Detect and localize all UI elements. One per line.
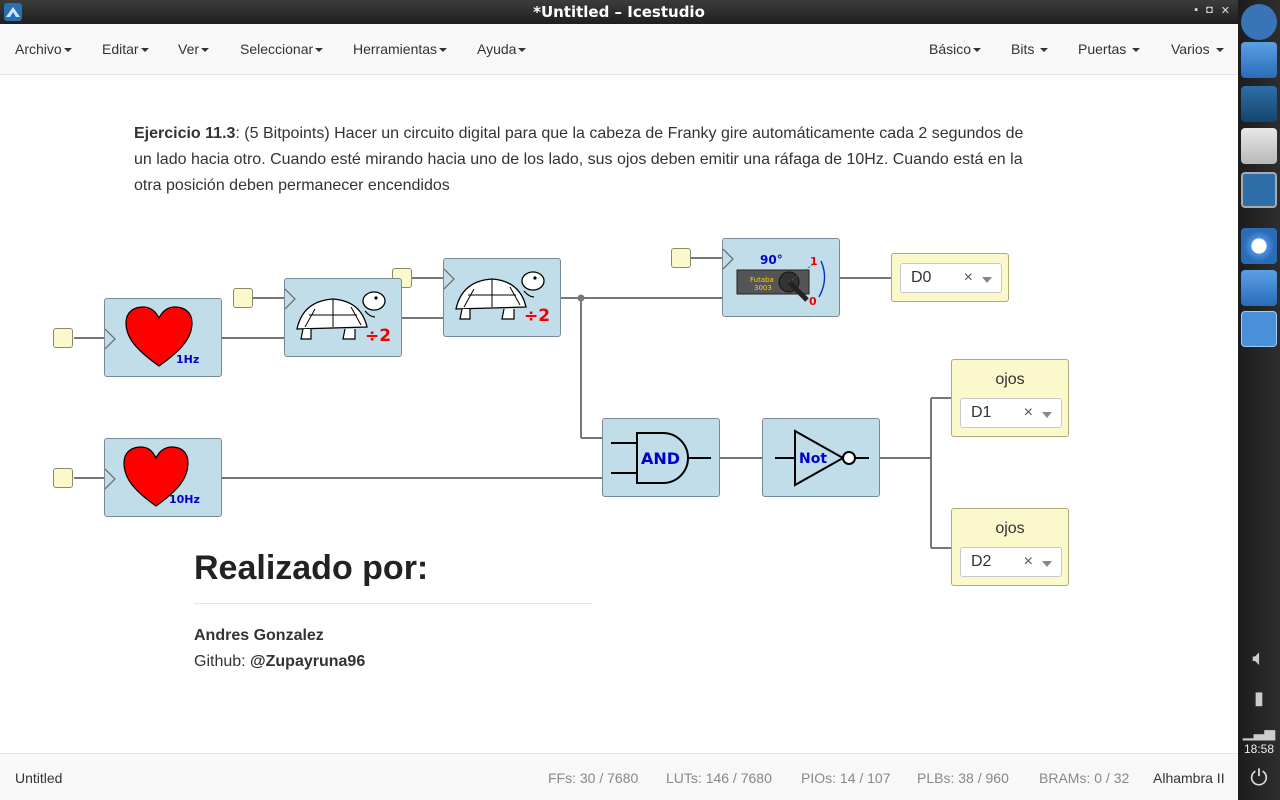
and-label: AND — [641, 449, 680, 468]
world-map-icon[interactable] — [1241, 86, 1277, 122]
credits-heading: Realizado por: — [194, 549, 429, 587]
clk-input-port-2[interactable] — [53, 468, 73, 488]
servo-block[interactable]: 90° Futaba 3003 1 0 — [722, 238, 840, 317]
output-d1-name: ojos — [995, 371, 1025, 388]
output-d2-name: ojos — [995, 520, 1025, 537]
chromium-icon[interactable] — [1241, 228, 1277, 264]
github-handle: @Zupayruna96 — [250, 653, 366, 670]
output-d0-block[interactable]: D0 × — [891, 253, 1009, 302]
clear-icon[interactable]: × — [964, 269, 973, 287]
not-label: Not — [799, 451, 827, 467]
close-icon[interactable]: ✕ — [1221, 4, 1230, 17]
and-gate-icon: AND — [611, 432, 711, 484]
servo-model: 3003 — [754, 284, 772, 292]
status-plbs: PLBs: 38 / 960 — [917, 770, 1009, 786]
pin-select-d1[interactable]: D1 × — [960, 398, 1062, 428]
not-gate-block[interactable]: Not — [762, 418, 880, 497]
menu-puertas[interactable]: Puertas — [1078, 41, 1141, 57]
menu-basico[interactable]: Básico — [929, 41, 982, 57]
menu-ver[interactable]: Ver — [178, 41, 210, 57]
pin-select-d0[interactable]: D0 × — [900, 263, 1002, 293]
divider-2-label: ÷2 — [524, 306, 550, 326]
cube-app-icon[interactable] — [1241, 311, 1277, 347]
maximize-icon[interactable]: ◘ — [1206, 4, 1213, 17]
and-gate-block[interactable]: AND — [602, 418, 720, 497]
clock: 18:58 — [1243, 742, 1275, 756]
output-d2-block[interactable]: ojos D2 × — [951, 508, 1069, 586]
servo-brand: Futaba — [750, 276, 774, 284]
menu-varios[interactable]: Varios — [1171, 41, 1224, 57]
heart-10hz-block[interactable]: 10Hz — [104, 438, 222, 517]
menu-archivo[interactable]: Archivo — [15, 41, 72, 57]
servo-input-port[interactable] — [671, 248, 691, 268]
servo-angle: 90° — [760, 253, 783, 267]
not-gate-icon: Not — [775, 429, 869, 487]
menubar: Archivo Editar Ver Seleccionar Herramien… — [0, 24, 1238, 75]
servo-icon: 90° Futaba 3003 1 0 — [723, 248, 826, 308]
divider-block-1[interactable]: ÷2 — [284, 278, 402, 357]
window-app-icon[interactable] — [1241, 128, 1277, 164]
divider-1-label: ÷2 — [365, 326, 391, 346]
launcher-dock: 🔈︎ ▮ ▁▃▅ 18:58 ⏻ — [1238, 0, 1280, 800]
files-icon[interactable] — [1241, 42, 1277, 78]
volume-icon[interactable]: 🔈︎ — [1241, 640, 1277, 676]
icestudio-dock-icon[interactable] — [1241, 172, 1277, 208]
clear-icon[interactable]: × — [1024, 404, 1033, 422]
battery-icon[interactable]: ▮ — [1241, 680, 1277, 716]
heart-10hz-label: 10Hz — [169, 493, 200, 506]
github-label: Github: — [194, 653, 251, 670]
div-input-port-1[interactable] — [233, 288, 253, 308]
divider-block-2[interactable]: ÷2 — [443, 258, 561, 337]
output-d1-block[interactable]: ojos D1 × — [951, 359, 1069, 437]
status-pios: PIOs: 14 / 107 — [801, 770, 891, 786]
statusbar: Untitled FFs: 30 / 7680 LUTs: 146 / 7680… — [0, 753, 1238, 800]
chevron-down-icon[interactable] — [1042, 561, 1052, 567]
menu-bits[interactable]: Bits — [1011, 41, 1049, 57]
menu-herramientas[interactable]: Herramientas — [353, 41, 448, 57]
chevron-down-icon[interactable] — [982, 277, 992, 283]
heart-icon: 10Hz — [105, 446, 200, 507]
turtle-icon: ÷2 — [285, 288, 391, 346]
heart-1hz-block[interactable]: 1Hz — [104, 298, 222, 377]
status-board[interactable]: Alhambra II — [1153, 770, 1225, 786]
servo-one: 1 — [810, 255, 818, 268]
heart-icon: 1Hz — [105, 306, 199, 367]
status-filename: Untitled — [15, 770, 63, 786]
menu-seleccionar[interactable]: Seleccionar — [240, 41, 324, 57]
heart-1hz-label: 1Hz — [176, 353, 199, 366]
pin-select-d0-value: D0 — [911, 269, 932, 286]
clk-input-port-1[interactable] — [53, 328, 73, 348]
window-title: *Untitled – Icestudio — [533, 3, 705, 21]
pin-select-d2-value: D2 — [971, 553, 992, 570]
menu-editar[interactable]: Editar — [102, 41, 149, 57]
status-luts: LUTs: 146 / 7680 — [666, 770, 772, 786]
author-name: Andres Gonzalez — [194, 627, 324, 644]
divider — [194, 603, 592, 604]
minimize-icon[interactable]: ▪ — [1194, 4, 1198, 17]
github-line: Github: @Zupayruna96 — [194, 653, 365, 671]
clear-icon[interactable]: × — [1024, 553, 1033, 571]
menu-ayuda[interactable]: Ayuda — [477, 41, 527, 57]
dash-icon[interactable] — [1241, 4, 1277, 40]
status-brams: BRAMs: 0 / 32 — [1039, 770, 1130, 786]
servo-zero: 0 — [809, 295, 817, 308]
design-canvas[interactable]: Ejercicio 11.3: (5 Bitpoints) Hacer un c… — [0, 75, 1238, 753]
folder-icon[interactable] — [1241, 270, 1277, 306]
status-ffs: FFs: 30 / 7680 — [548, 770, 639, 786]
power-icon[interactable]: ⏻ — [1241, 760, 1277, 796]
turtle-icon: ÷2 — [444, 268, 550, 326]
pin-select-d2[interactable]: D2 × — [960, 547, 1062, 577]
window-titlebar: *Untitled – Icestudio ▪ ◘ ✕ — [0, 0, 1238, 24]
pin-select-d1-value: D1 — [971, 404, 992, 421]
chevron-down-icon[interactable] — [1042, 412, 1052, 418]
